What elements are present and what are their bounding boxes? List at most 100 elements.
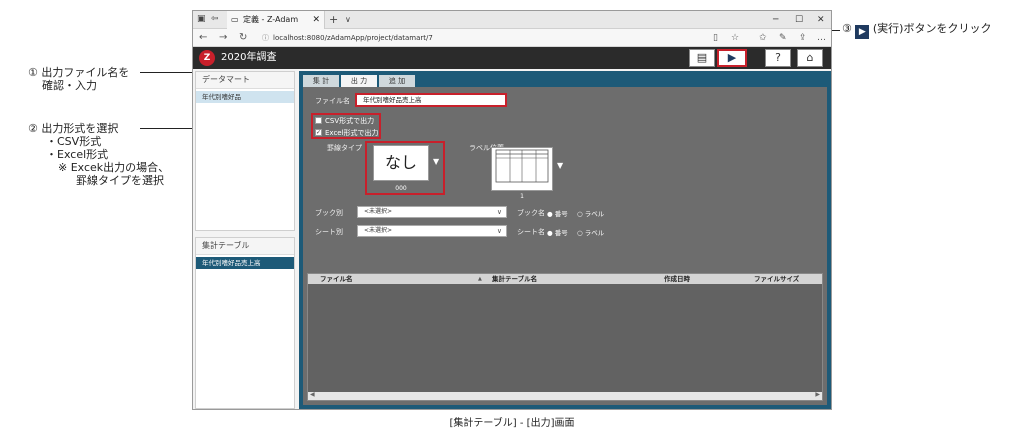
annotation-3-prefix: ③	[842, 22, 852, 35]
sort-up-icon[interactable]: ▲	[478, 274, 482, 284]
minimize-icon[interactable]: ─	[773, 11, 778, 29]
tab-actions-icon[interactable]: ▣	[197, 14, 206, 24]
annotation-2-line2: ・CSV形式	[46, 135, 102, 148]
window-close-icon[interactable]: ✕	[817, 11, 825, 29]
url-field[interactable]: ⓘ localhost:8080/zAdamApp/project/datama…	[261, 31, 701, 45]
aggregate-table-header: 集計テーブル	[196, 238, 294, 255]
browser-tab[interactable]: ▭ 定義 - Z-Adam ✕	[227, 11, 325, 29]
save-button[interactable]: ▤	[689, 49, 715, 67]
play-icon: ▶	[727, 51, 737, 64]
annotation-2-line3: ・Excel形式	[46, 148, 109, 161]
save-icon: ▤	[696, 51, 708, 64]
column-table-name[interactable]: 集計テーブル名	[492, 274, 537, 284]
book-radio-number[interactable]: ● 番号	[547, 208, 568, 218]
book-name-label: ブック名	[517, 209, 545, 217]
sidebar-item-aggregate-table[interactable]: 年代別嗜好品売上高	[196, 257, 294, 269]
aggregate-table-panel: 集計テーブル 年代別嗜好品売上高	[195, 237, 295, 409]
tab-output[interactable]: 出 力	[341, 75, 377, 87]
chevron-down-icon[interactable]: ∨	[345, 11, 351, 29]
output-content: ファイル名 年代別嗜好品売上高 CSV形式で出力 ✓ Excel形式で出力 罫線…	[303, 87, 827, 405]
sheet-radio-number[interactable]: ● 番号	[547, 227, 568, 237]
app-title: 2020年調査	[221, 52, 277, 63]
sheet-by-label: シート別	[315, 228, 343, 236]
column-file-size[interactable]: ファイルサイズ	[754, 274, 799, 284]
excel-checkbox[interactable]: ✓ Excel形式で出力	[315, 128, 379, 138]
label-position-preview[interactable]	[491, 147, 553, 191]
more-icon[interactable]: …	[817, 29, 826, 47]
help-icon: ?	[775, 51, 781, 64]
output-files-table: ファイル名 ▲ 集計テーブル名 作成日時 ファイルサイズ ◀ ▶	[307, 273, 823, 401]
tab-add[interactable]: 追 加	[379, 75, 415, 87]
label-position-code: 1	[520, 193, 524, 200]
app-header: Z 2020年調査 ▤ ▶ ? ⌂	[193, 47, 831, 69]
pen-icon[interactable]: ✎	[779, 29, 787, 47]
border-type-preview-text: なし	[384, 153, 417, 172]
annotation-3: ③ ▶ (実行)ボタンをクリック	[842, 22, 991, 39]
home-icon: ⌂	[806, 51, 814, 64]
back-icon[interactable]: ←	[199, 29, 207, 47]
book-by-value: <未選択>	[364, 208, 393, 215]
home-button[interactable]: ⌂	[797, 49, 823, 67]
book-by-select[interactable]: <未選択> ∨	[357, 206, 507, 218]
new-tab-icon[interactable]: +	[329, 11, 338, 29]
scroll-right-icon[interactable]: ▶	[815, 391, 820, 398]
address-bar: ← → ↻ ⓘ localhost:8080/zAdamApp/project/…	[193, 29, 831, 47]
sheet-by-select[interactable]: <未選択> ∨	[357, 225, 507, 237]
sheet-radio-label[interactable]: ○ ラベル	[577, 227, 604, 237]
annotation-2: ② 出力形式を選択 ・CSV形式 ・Excel形式 ※ Excek出力の場合、 …	[28, 122, 169, 187]
close-icon[interactable]: ✕	[312, 11, 320, 29]
border-type-preview[interactable]: なし	[373, 145, 429, 181]
maximize-icon[interactable]: ☐	[795, 11, 803, 29]
border-type-code: 000	[395, 185, 407, 192]
browser-tabbar: ▣ ⇦ ▭ 定義 - Z-Adam ✕ + ∨ ─ ☐ ✕	[193, 11, 831, 29]
horizontal-scrollbar[interactable]: ◀ ▶	[308, 391, 822, 400]
book-by-label: ブック別	[315, 209, 343, 217]
annotation-1-line1: ① 出力ファイル名を	[28, 66, 130, 79]
border-type-dropdown-icon[interactable]: ▼	[433, 157, 439, 166]
scroll-left-icon[interactable]: ◀	[310, 391, 315, 398]
sheet-by-value: <未選択>	[364, 227, 393, 234]
column-file-name[interactable]: ファイル名	[320, 274, 353, 284]
page-icon: ▭	[231, 15, 239, 24]
refresh-icon[interactable]: ↻	[239, 29, 247, 47]
reading-view-icon[interactable]: ▯	[713, 29, 718, 47]
datamart-panel: データマート 年代別嗜好品	[195, 71, 295, 231]
tab-title: 定義 - Z-Adam	[243, 15, 299, 24]
share-icon[interactable]: ⇪	[799, 29, 807, 47]
file-name-label: ファイル名	[315, 97, 350, 105]
annotation-2-line5: 罫線タイプを選択	[76, 174, 164, 187]
tab-aggregate[interactable]: 集 計	[303, 75, 339, 87]
browser-window: ▣ ⇦ ▭ 定義 - Z-Adam ✕ + ∨ ─ ☐ ✕ ← → ↻ ⓘ lo…	[192, 10, 832, 410]
border-type-label: 罫線タイプ	[327, 144, 362, 152]
csv-checkbox-label: CSV形式で出力	[325, 117, 375, 125]
column-created[interactable]: 作成日時	[664, 274, 690, 284]
file-name-value: 年代別嗜好品売上高	[363, 96, 422, 104]
favorites-icon[interactable]: ✩	[759, 29, 767, 47]
book-radio-label-text: ラベル	[584, 210, 605, 218]
app-logo-icon: Z	[199, 50, 215, 66]
book-radio-label[interactable]: ○ ラベル	[577, 208, 604, 218]
favorite-star-icon[interactable]: ☆	[731, 29, 739, 47]
forward-icon[interactable]: →	[219, 29, 227, 47]
csv-checkbox-box[interactable]	[315, 117, 322, 124]
label-position-dropdown-icon[interactable]: ▼	[557, 161, 563, 170]
help-button[interactable]: ?	[765, 49, 791, 67]
figure-caption: [集計テーブル] - [出力]画面	[449, 418, 575, 429]
datamart-header: データマート	[196, 72, 294, 89]
file-name-input[interactable]: 年代別嗜好品売上高	[355, 93, 507, 107]
sheet-radio-label-text: ラベル	[584, 229, 605, 237]
table-layout-icon	[495, 149, 549, 183]
annotation-3-text: (実行)ボタンをクリック	[872, 22, 992, 35]
book-radio-number-label: 番号	[554, 210, 568, 218]
run-button[interactable]: ▶	[717, 49, 747, 67]
csv-checkbox[interactable]: CSV形式で出力	[315, 116, 374, 126]
check-icon[interactable]: ✓	[315, 129, 322, 136]
info-icon: ⓘ	[262, 34, 269, 42]
chevron-down-icon: ∨	[496, 227, 502, 235]
tab-back-icon[interactable]: ⇦	[211, 14, 219, 24]
table-header: ファイル名 ▲ 集計テーブル名 作成日時 ファイルサイズ	[308, 274, 822, 284]
sidebar-item-datamart[interactable]: 年代別嗜好品	[196, 91, 294, 103]
url-text: localhost:8080/zAdamApp/project/datamart…	[273, 34, 433, 42]
sheet-name-label: シート名	[517, 228, 545, 236]
annotation-1-line2: 確認・入力	[42, 79, 97, 92]
